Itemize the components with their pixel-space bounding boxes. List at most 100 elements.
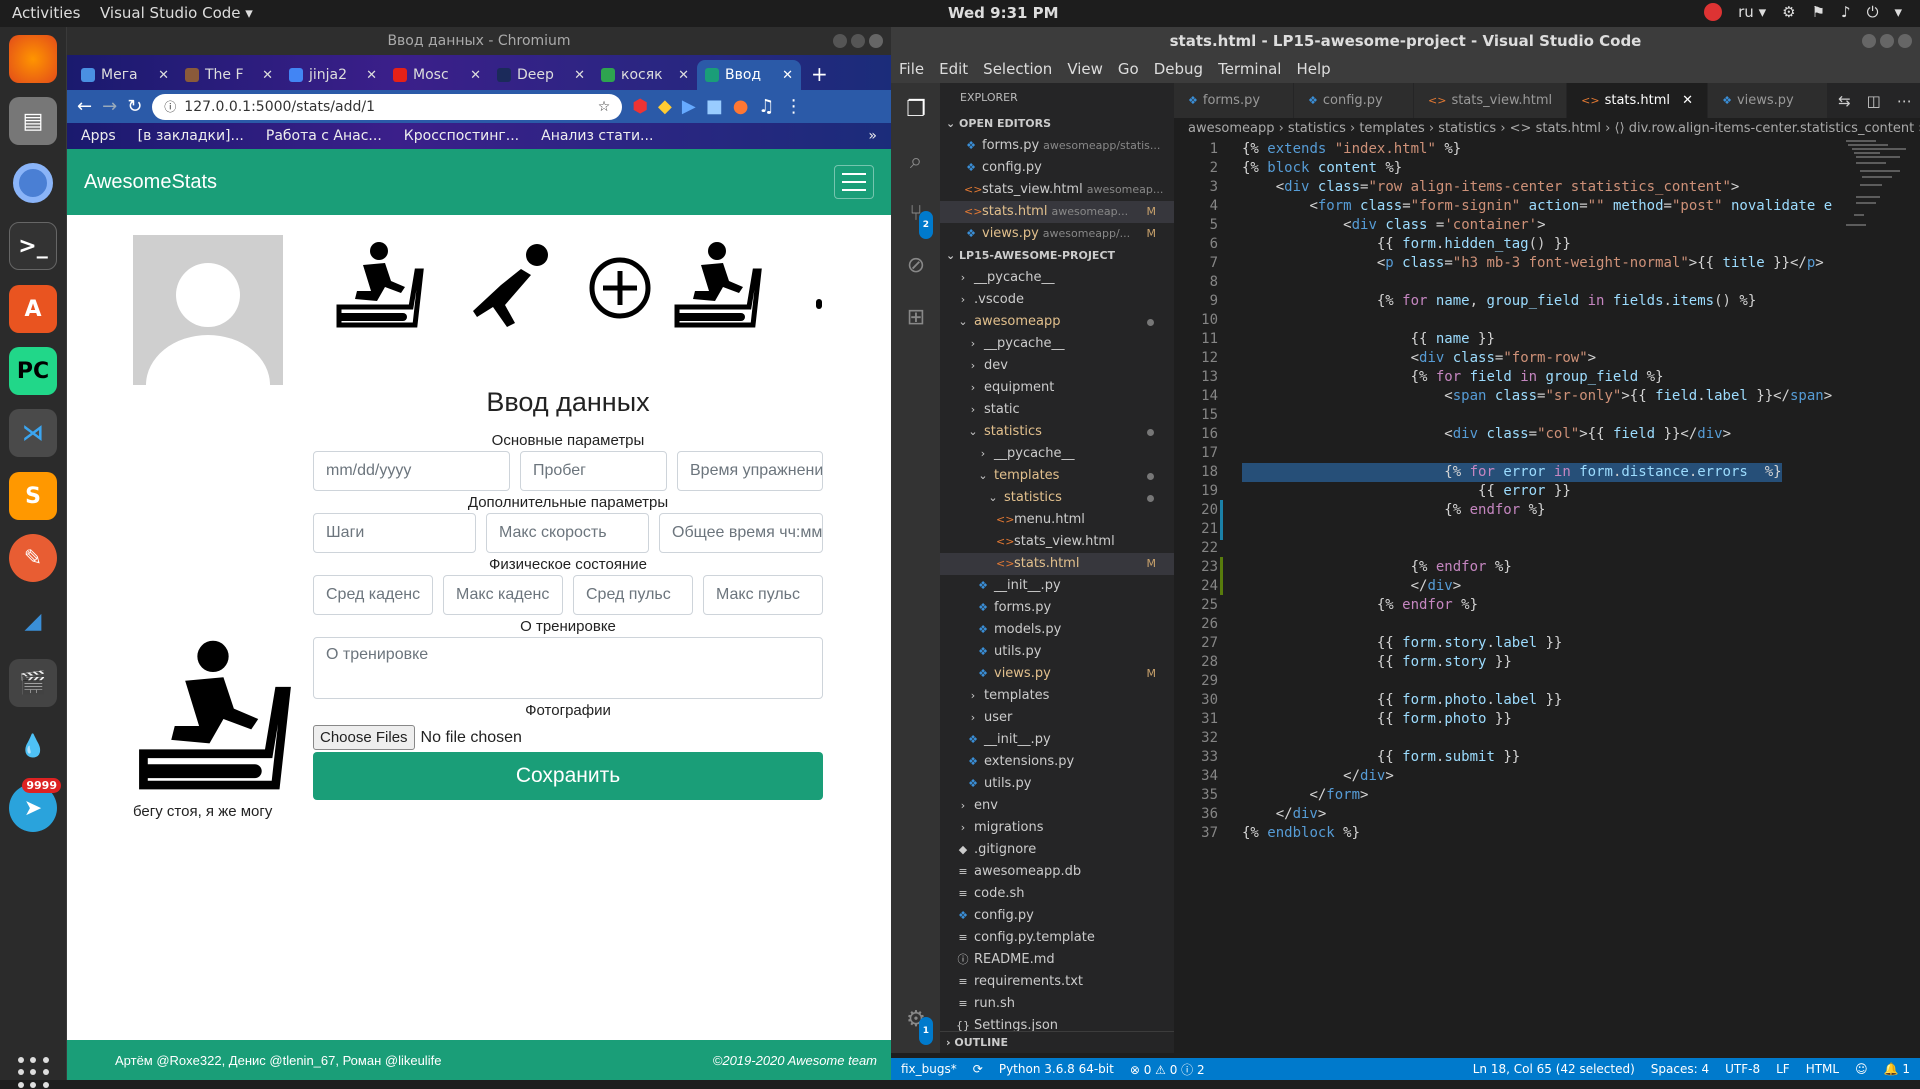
telegram-icon[interactable]: ➤ 9999 xyxy=(9,778,61,832)
clock[interactable]: Wed 9:31 PM xyxy=(948,4,1059,22)
steps-input[interactable]: Шаги xyxy=(313,513,476,553)
code-line[interactable]: 20 {% endfor %} xyxy=(1174,501,1920,520)
back-icon[interactable]: ← xyxy=(77,96,92,117)
bookmark-item[interactable]: [в закладки]... xyxy=(138,128,244,144)
explorer-icon[interactable]: ❐ xyxy=(903,97,929,123)
code-line[interactable]: 35 </form> xyxy=(1174,786,1920,805)
indentation[interactable]: Spaces: 4 xyxy=(1651,1062,1709,1076)
extension-icon-4[interactable]: ■ xyxy=(706,96,723,117)
menu-item[interactable]: Terminal xyxy=(1218,60,1281,78)
bookmark-item[interactable]: Apps xyxy=(81,128,116,144)
maximize-button[interactable] xyxy=(851,34,865,48)
tree-item[interactable]: ◆ .gitignore xyxy=(940,839,1174,861)
tree-item[interactable]: › __pycache__ xyxy=(940,443,1174,465)
reload-icon[interactable]: ↻ xyxy=(127,96,142,117)
max-speed-input[interactable]: Макс скорость xyxy=(486,513,649,553)
extension-icon-2[interactable]: ◆ xyxy=(658,96,672,117)
code-line[interactable]: 9 {% for name, group_field in fields.ite… xyxy=(1174,292,1920,311)
source-control-icon[interactable]: ⑂ 2 xyxy=(903,201,933,239)
python-interpreter[interactable]: Python 3.6.8 64-bit xyxy=(999,1062,1114,1076)
tab-close-icon[interactable]: ✕ xyxy=(1678,93,1693,108)
code-line[interactable]: 12 <div class="form-row"> xyxy=(1174,349,1920,368)
code-line[interactable]: 16 <div class="col">{{ field }}</div> xyxy=(1174,425,1920,444)
tree-item[interactable]: <>stats.html M xyxy=(940,553,1174,575)
split-editor-icon[interactable]: ◫ xyxy=(1867,92,1881,110)
tree-item[interactable]: › __pycache__ xyxy=(940,267,1174,289)
tree-item[interactable]: ❖ utils.py xyxy=(940,773,1174,795)
code-line[interactable]: 27 {{ form.story.label }} xyxy=(1174,634,1920,653)
bookmark-item[interactable]: Анализ стати... xyxy=(541,128,653,144)
extension-icon-1[interactable]: ⬢ xyxy=(632,96,648,117)
tree-item[interactable]: ❖ models.py xyxy=(940,619,1174,641)
story-textarea[interactable]: О тренировке xyxy=(313,637,823,699)
code-line[interactable]: 7 <p class="h3 mb-3 font-weight-normal">… xyxy=(1174,254,1920,273)
accessibility-icon[interactable]: ⚙ xyxy=(1782,3,1795,21)
menu-item[interactable]: View xyxy=(1067,60,1103,78)
tab-close-icon[interactable]: ✕ xyxy=(782,68,793,83)
browser-tab[interactable]: Ввод ✕ xyxy=(697,60,801,90)
extension-icon-3[interactable]: ▶ xyxy=(682,96,696,117)
editor-tab[interactable]: ❖ config.py xyxy=(1294,83,1414,118)
notification-icon[interactable] xyxy=(1704,3,1723,21)
save-button[interactable]: Сохранить xyxy=(313,752,823,800)
tree-item[interactable]: ❖ config.py xyxy=(940,905,1174,927)
volume-icon[interactable]: ♪ xyxy=(1841,3,1851,21)
tab-close-icon[interactable]: ✕ xyxy=(158,68,169,83)
code-line[interactable]: 10 xyxy=(1174,311,1920,330)
problems-indicator[interactable]: ⊗ 0 ⚠ 0 ⓘ 2 xyxy=(1130,1061,1205,1078)
code-line[interactable]: 23 {% endfor %} xyxy=(1174,558,1920,577)
close-button[interactable] xyxy=(869,34,883,48)
tab-close-icon[interactable]: ✕ xyxy=(470,68,481,83)
code-line[interactable]: 2 {% block content %} xyxy=(1174,159,1920,178)
browser-tab[interactable]: The F ✕ xyxy=(177,60,281,90)
tree-item[interactable]: ❖ extensions.py xyxy=(940,751,1174,773)
tree-item[interactable]: › migrations xyxy=(940,817,1174,839)
notifications[interactable]: 🔔 1 xyxy=(1884,1062,1910,1076)
show-apps-icon[interactable] xyxy=(18,1057,50,1089)
search-icon[interactable]: ⌕ xyxy=(903,149,929,175)
code-line[interactable]: 26 xyxy=(1174,615,1920,634)
code-line[interactable]: 31 {{ form.photo }} xyxy=(1174,710,1920,729)
navbar-toggle-button[interactable] xyxy=(834,165,874,199)
tree-item[interactable]: › env xyxy=(940,795,1174,817)
network-icon[interactable]: ⚑ xyxy=(1812,3,1825,21)
site-brand[interactable]: AwesomeStats xyxy=(84,171,217,194)
project-header[interactable]: ⌄ LP15-AWESOME-PROJECT xyxy=(940,245,1174,267)
tree-item[interactable]: ≡ requirements.txt xyxy=(940,971,1174,993)
sync-icon[interactable]: ⟳ xyxy=(973,1062,983,1076)
tree-item[interactable]: ⓘ README.md xyxy=(940,949,1174,971)
code-line[interactable]: 3 <div class="row align-items-center sta… xyxy=(1174,178,1920,197)
partial-icon[interactable] xyxy=(816,299,822,309)
date-input[interactable]: mm/dd/yyyy xyxy=(313,451,510,491)
code-line[interactable]: 18 {% for error in form.distance.errors … xyxy=(1174,463,1920,482)
outline-header[interactable]: › OUTLINE xyxy=(940,1031,1174,1053)
tree-item[interactable]: ⌄ templates xyxy=(940,465,1174,487)
treadmill-icon[interactable] xyxy=(333,241,425,333)
vscode-icon[interactable]: ⋊ xyxy=(9,409,57,457)
runner-icon[interactable] xyxy=(471,241,553,333)
editor-tab[interactable]: <> stats.html ✕ xyxy=(1567,83,1709,118)
browser-tab[interactable]: Deep ✕ xyxy=(489,60,593,90)
code-line[interactable]: 19 {{ error }} xyxy=(1174,482,1920,501)
code-line[interactable]: 13 {% for field in group_field %} xyxy=(1174,368,1920,387)
code-line[interactable]: 5 <div class ='container'> xyxy=(1174,216,1920,235)
minimize-button[interactable] xyxy=(833,34,847,48)
code-line[interactable]: 11 {{ name }} xyxy=(1174,330,1920,349)
tree-item[interactable]: ≡ awesomeapp.db xyxy=(940,861,1174,883)
maximize-button[interactable] xyxy=(1880,34,1894,48)
tree-item[interactable]: ❖ views.py awesomeapp/... M xyxy=(940,223,1174,245)
more-actions-icon[interactable]: ⋯ xyxy=(1897,92,1912,110)
tree-item[interactable]: ≡ config.py.template xyxy=(940,927,1174,949)
cursor-position[interactable]: Ln 18, Col 65 (42 selected) xyxy=(1473,1062,1635,1076)
code-line[interactable]: 24 </div> xyxy=(1174,577,1920,596)
open-editors-header[interactable]: ⌄ OPEN EDITORS xyxy=(940,113,1174,135)
end-of-line[interactable]: LF xyxy=(1776,1062,1790,1076)
code-line[interactable]: 15 xyxy=(1174,406,1920,425)
code-line[interactable]: 4 <form class="form-signin" action="" me… xyxy=(1174,197,1920,216)
code-line[interactable]: 29 xyxy=(1174,672,1920,691)
code-line[interactable]: 6 {{ form.hidden_tag() }} xyxy=(1174,235,1920,254)
app-menu[interactable]: Visual Studio Code ▾ xyxy=(100,4,253,22)
code-line[interactable]: 14 <span class="sr-only">{{ field.label … xyxy=(1174,387,1920,406)
menu-item[interactable]: Debug xyxy=(1154,60,1203,78)
firefox-icon[interactable] xyxy=(9,35,57,83)
